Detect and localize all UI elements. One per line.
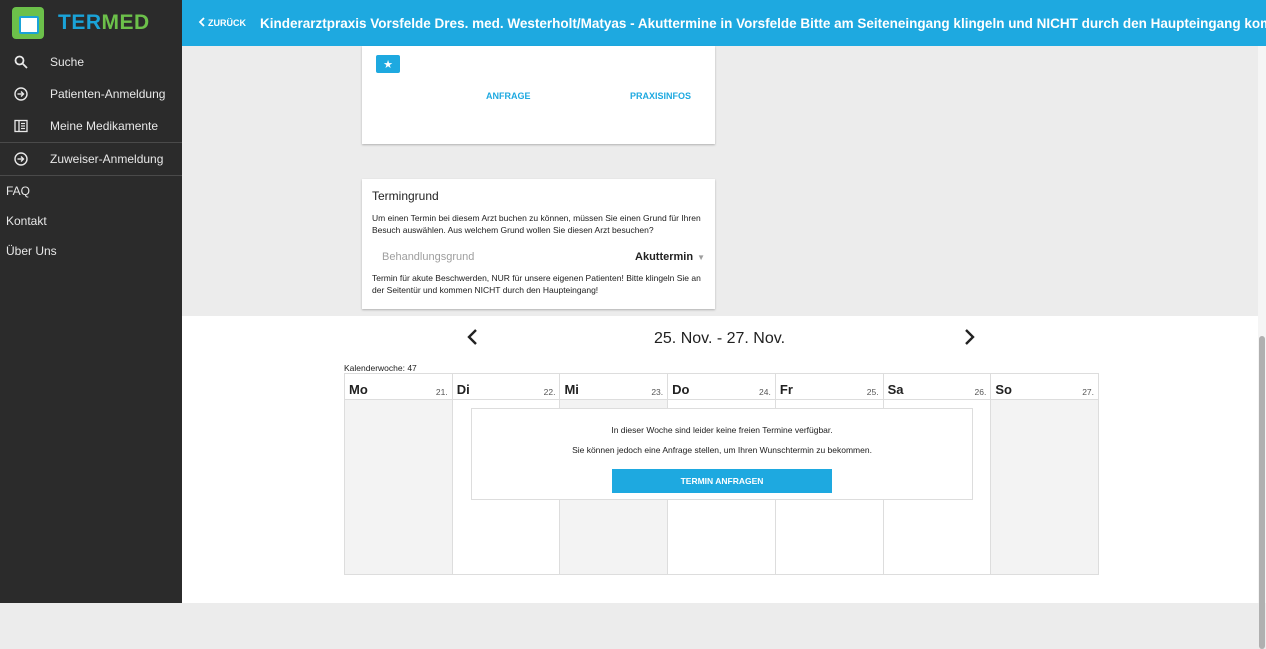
day-name: Mi [564, 382, 579, 397]
sidebar-item-label: Zuweiser-Anmeldung [50, 152, 164, 166]
star-icon: ★ [383, 58, 393, 71]
reason-note: Termin für akute Beschwerden, NUR für un… [372, 273, 701, 295]
anfrage-link[interactable]: ANFRAGE [486, 91, 531, 101]
sidebar-item-suche[interactable]: Suche [0, 46, 182, 78]
date-range: 25. Nov. - 27. Nov. [654, 330, 786, 347]
sidebar-link-kontakt[interactable]: Kontakt [0, 206, 182, 236]
scrollbar[interactable] [1258, 46, 1266, 649]
treatment-reason-label: Behandlungsgrund [382, 251, 475, 263]
day-name: Do [672, 382, 690, 397]
day-date: 25. [866, 387, 879, 397]
back-button[interactable]: ZURÜCK [198, 17, 246, 29]
next-week-button[interactable] [964, 326, 976, 352]
no-appointments-notice: In dieser Woche sind leider keine freien… [471, 408, 973, 500]
reason-heading: Termingrund [372, 189, 439, 203]
caret-down-icon: ▼ [697, 253, 705, 262]
treatment-reason-select[interactable]: Akuttermin ▼ [635, 251, 705, 263]
day-date: 22. [543, 387, 556, 397]
page-title: Kinderarztpraxis Vorsfelde Dres. med. We… [260, 15, 1266, 31]
day-date: 24. [759, 387, 771, 397]
practice-card: ★ ANFRAGE PRAXISINFOS [362, 46, 715, 144]
day-date: 21. [435, 387, 448, 397]
top-bar: ZURÜCK Kinderarztpraxis Vorsfelde Dres. … [182, 0, 1266, 46]
reason-intro: Um einen Termin bei diesem Arzt buchen z… [372, 213, 701, 235]
sidebar: TERMED Suche Patienten-Anmeldung Meine M… [0, 0, 182, 603]
sidebar-item-label: Suche [50, 55, 85, 69]
sidebar-item-label: Patienten-Anmeldung [50, 87, 166, 101]
brand-name-part1: TER [58, 11, 102, 34]
day-date: 27. [1082, 387, 1095, 397]
day-name: Mo [349, 382, 368, 397]
praxisinfos-link[interactable]: PRAXISINFOS [630, 91, 691, 101]
selected-reason: Akuttermin [635, 251, 694, 263]
termed-logo-icon [12, 7, 44, 39]
day-name: Fr [779, 382, 793, 397]
day-name: So [995, 382, 1012, 397]
brand-name-part2: MED [101, 11, 150, 34]
day-date: 26. [974, 387, 987, 397]
search-icon [12, 55, 30, 69]
sidebar-item-patienten-anmeldung[interactable]: Patienten-Anmeldung [0, 78, 182, 110]
notice-line-1: In dieser Woche sind leider keine freien… [611, 425, 833, 435]
favorite-button[interactable]: ★ [376, 55, 400, 73]
request-appointment-button[interactable]: TERMIN ANFRAGEN [612, 469, 832, 493]
chevron-left-icon [198, 17, 205, 29]
day-date: 23. [651, 387, 664, 397]
brand-name: TERMED [58, 11, 150, 35]
reason-card: Termingrund Um einen Termin bei diesem A… [362, 179, 715, 309]
day-column-mo: Mo 21. [345, 374, 453, 574]
sidebar-item-meine-medikamente[interactable]: Meine Medikamente [0, 110, 182, 142]
login-icon [12, 152, 30, 166]
day-column-so: So 27. [991, 374, 1099, 574]
scrollbar-thumb[interactable] [1259, 336, 1265, 649]
day-name: Sa [887, 382, 904, 397]
medication-list-icon [12, 119, 30, 133]
chevron-left-icon [467, 329, 477, 345]
calendar-section: 25. Nov. - 27. Nov. Kalenderwoche: 47 Mo… [182, 316, 1258, 603]
day-name: Di [456, 382, 470, 397]
sidebar-item-label: Meine Medikamente [50, 119, 159, 133]
notice-line-2: Sie können jedoch eine Anfrage stellen, … [572, 445, 872, 455]
back-label: ZURÜCK [208, 18, 246, 28]
chevron-right-icon [965, 329, 975, 345]
sidebar-link-faq[interactable]: FAQ [0, 176, 182, 206]
login-icon [12, 87, 30, 101]
calendar-week-label: Kalenderwoche: 47 [344, 363, 417, 373]
prev-week-button[interactable] [466, 326, 478, 352]
sidebar-link-ueber-uns[interactable]: Über Uns [0, 236, 182, 266]
sidebar-item-zuweiser-anmeldung[interactable]: Zuweiser-Anmeldung [0, 142, 182, 176]
brand[interactable]: TERMED [0, 0, 182, 46]
